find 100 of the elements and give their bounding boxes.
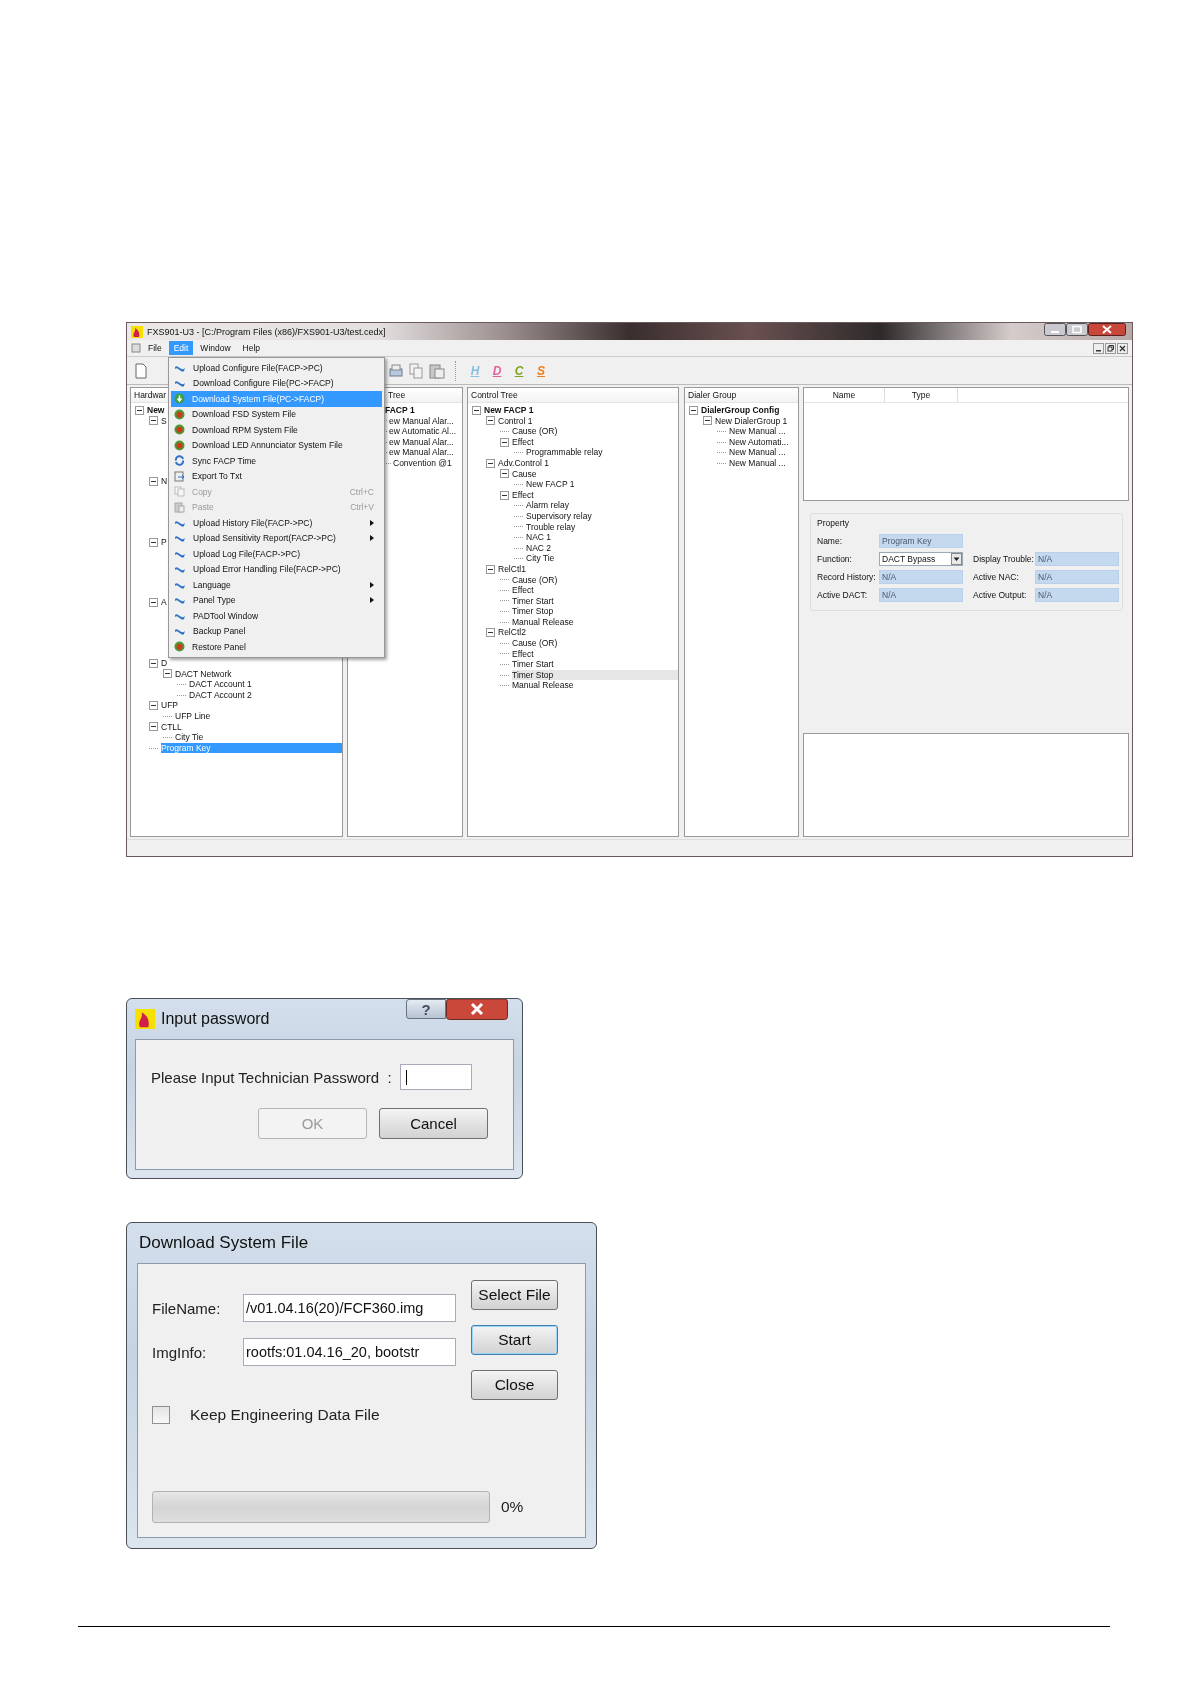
expand-icon[interactable] [149, 598, 158, 608]
tree-item[interactable]: DACT Account 2 [189, 689, 254, 701]
expand-icon[interactable] [135, 405, 144, 415]
tree-item[interactable]: D [161, 657, 170, 669]
tree-item[interactable]: New [147, 405, 167, 416]
menu-item[interactable]: Download LED Annunciator System File [171, 437, 382, 453]
menu-item[interactable]: Download RPM System File [171, 422, 382, 438]
tree-item[interactable]: Supervisory relay [526, 510, 594, 522]
expand-icon[interactable] [500, 437, 509, 447]
close-icon[interactable] [446, 999, 508, 1020]
expand-icon[interactable] [149, 477, 158, 486]
tree-item[interactable]: S [161, 415, 169, 427]
tree-item[interactable]: DACT Network [175, 668, 234, 680]
expand-icon[interactable] [486, 458, 495, 468]
expand-icon[interactable] [149, 658, 158, 668]
tree-item[interactable]: New Manual ... [729, 447, 788, 458]
tree-item[interactable]: Convention @1 [393, 457, 454, 469]
tree-item[interactable]: Effect [512, 648, 536, 660]
tree-item[interactable]: NAC 2 [526, 542, 554, 554]
tree-item[interactable]: Timer Stop [512, 606, 556, 617]
menu-item[interactable]: Export To Txt [171, 468, 382, 484]
tree-item[interactable]: New FACP 1 [526, 479, 577, 490]
expand-icon[interactable] [486, 416, 495, 426]
tree-item[interactable]: ew Automatic Al... [389, 426, 459, 437]
dialog-button[interactable]: Start [471, 1325, 558, 1355]
tree-item[interactable]: City Tie [526, 553, 557, 564]
tree-item[interactable]: FACP 1 [385, 405, 417, 416]
expand-icon[interactable] [689, 405, 698, 415]
tree-item[interactable]: Trouble relay [526, 521, 578, 533]
restore-icon[interactable] [1105, 342, 1116, 354]
tree-item[interactable]: Programmable relay [526, 447, 605, 458]
tree-item[interactable]: ew Manual Alar... [389, 415, 456, 427]
menu-item[interactable]: Upload Configure File(FACP->PC) [171, 360, 382, 376]
tree-item[interactable]: Cause (OR) [512, 574, 560, 586]
close-icon[interactable] [1117, 342, 1128, 354]
tree-item[interactable]: New DialerGroup 1 [715, 415, 790, 427]
password-field[interactable] [399, 1064, 472, 1090]
menu-item[interactable]: Upload Error Handling File(FACP->PC) [171, 561, 382, 577]
expand-icon[interactable] [703, 416, 712, 426]
menu-item[interactable]: Upload Sensitivity Report(FACP->PC) [171, 530, 382, 546]
input-field[interactable]: rootfs:01.04.16_20, bootstr [243, 1338, 456, 1366]
tree-item[interactable]: Manual Release [512, 680, 576, 692]
tree-item[interactable]: Alarm relay [526, 500, 571, 511]
tree-item[interactable]: Control 1 [498, 415, 535, 427]
menu-item[interactable]: Language [171, 577, 382, 593]
tree-item[interactable]: Effect [512, 436, 536, 448]
tree-item[interactable]: Timer Stop [512, 669, 678, 681]
tree-item[interactable]: Cause (OR) [512, 638, 560, 649]
expand-icon[interactable] [149, 537, 158, 547]
menu-item[interactable]: Window [195, 341, 236, 355]
tree-item[interactable]: Effect [512, 585, 536, 596]
tree-item[interactable]: Cause (OR) [512, 426, 560, 437]
menu-item[interactable]: PADTool Window [171, 608, 382, 624]
menu-item[interactable]: Upload Log File(FACP->PC) [171, 546, 382, 562]
tree-item[interactable]: DialerGroup Config [701, 405, 782, 416]
tree-item[interactable]: New FACP 1 [484, 405, 536, 416]
new-document-icon[interactable] [135, 362, 147, 379]
expand-icon[interactable] [500, 490, 509, 500]
input-field[interactable]: /v01.04.16(20)/FCF360.img [243, 1294, 456, 1322]
menu-item[interactable]: Download FSD System File [171, 406, 382, 422]
tree-item[interactable]: Adv.Control 1 [498, 457, 551, 469]
column-header[interactable]: Name [804, 388, 885, 402]
expand-icon[interactable] [472, 405, 481, 415]
column-header[interactable]: Type [885, 388, 958, 402]
tree-item[interactable]: New Manual ... [729, 426, 788, 437]
expand-icon[interactable] [163, 669, 172, 679]
tree-item[interactable]: ew Manual Alar... [389, 447, 456, 458]
tree-item[interactable]: A [161, 597, 169, 608]
expand-icon[interactable] [486, 628, 495, 638]
tree-item[interactable]: UFP Line [175, 710, 213, 722]
minimize-icon[interactable] [1093, 342, 1104, 354]
tree-item[interactable]: RelCtl1 [498, 563, 528, 575]
tree-item[interactable]: DACT Account 1 [189, 679, 254, 690]
expand-icon[interactable] [500, 469, 509, 479]
tree-item[interactable]: P [161, 536, 169, 548]
tree-item[interactable]: NAC 1 [526, 532, 554, 543]
dialog-button[interactable]: Cancel [379, 1108, 488, 1139]
help-button[interactable]: ? [406, 999, 446, 1019]
expand-icon[interactable] [149, 701, 158, 711]
tree-item[interactable]: ew Manual Alar... [389, 436, 456, 448]
tree-item[interactable]: City Tie [175, 732, 206, 743]
menu-item[interactable]: Help [237, 341, 266, 355]
expand-icon[interactable] [486, 564, 495, 574]
tree-item[interactable]: RelCtl2 [498, 627, 528, 639]
tree-item[interactable]: Cause [512, 468, 539, 480]
tree-item[interactable]: Timer Start [512, 659, 556, 670]
menu-item[interactable]: Upload History File(FACP->PC) [171, 515, 382, 531]
expand-icon[interactable] [149, 416, 158, 426]
menu-item[interactable]: Restore Panel [171, 639, 382, 655]
tree-item[interactable]: Effect [512, 489, 536, 501]
menu-item[interactable]: Backup Panel [171, 623, 382, 639]
close-icon[interactable] [1088, 323, 1126, 336]
menu-item[interactable]: Panel Type [171, 592, 382, 608]
dialog-button[interactable]: Select File [471, 1280, 558, 1310]
expand-icon[interactable] [149, 722, 158, 732]
tree-item[interactable]: UFP [161, 700, 180, 711]
tree-item[interactable]: New Automati... [729, 436, 791, 448]
menu-item[interactable]: Sync FACP Time [171, 453, 382, 469]
maximize-icon[interactable] [1066, 323, 1088, 336]
tree-item[interactable]: New Manual ... [729, 457, 788, 469]
